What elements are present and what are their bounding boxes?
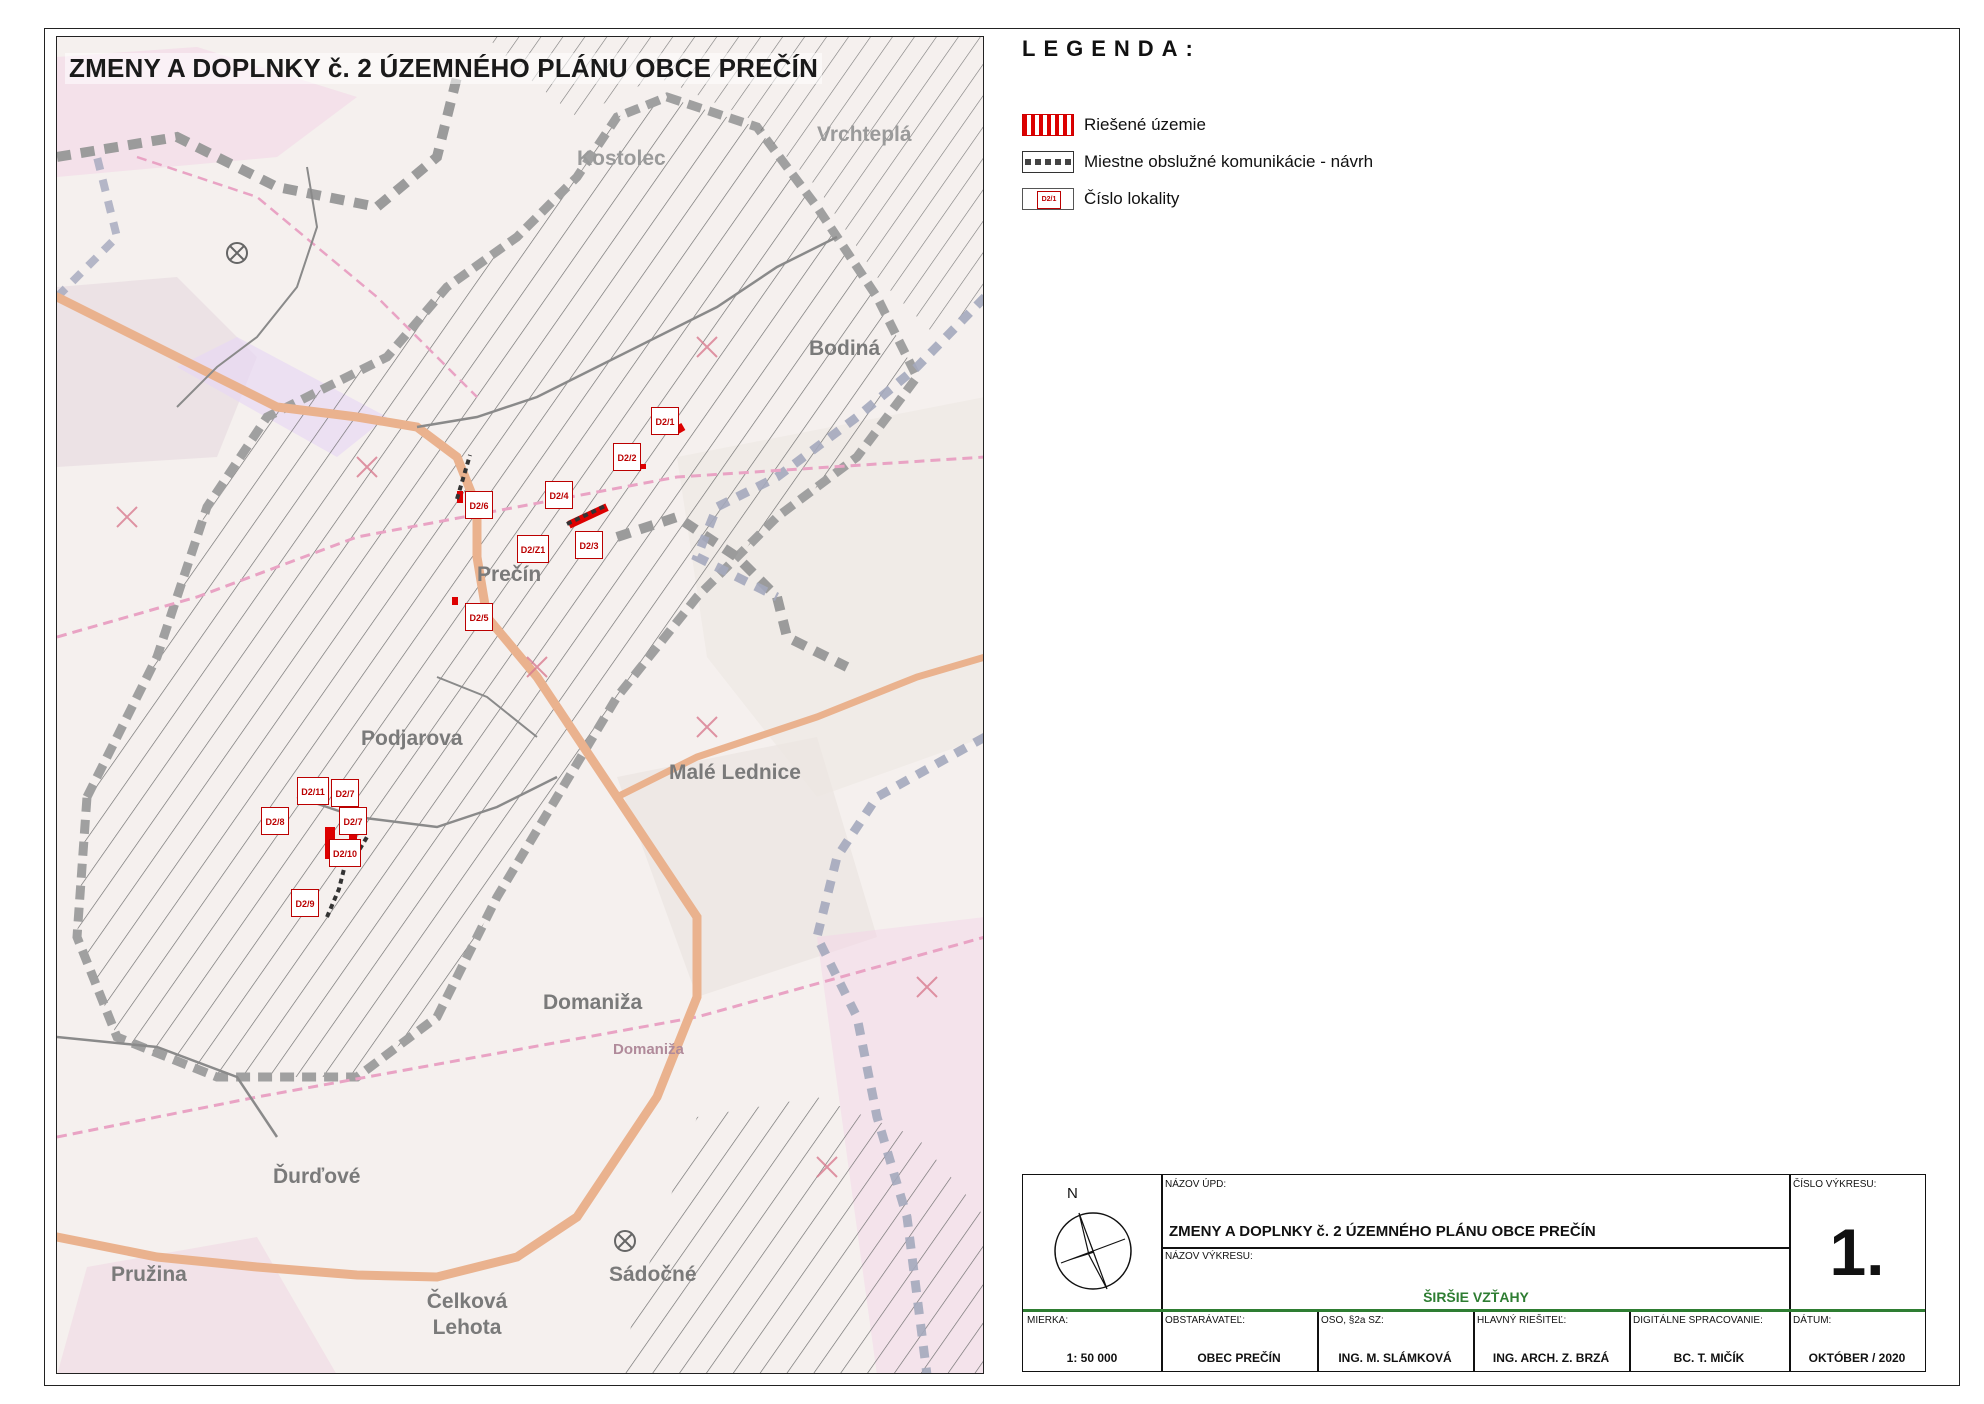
locality-tag[interactable]: D2/3 (575, 531, 603, 559)
swatch-text: D2/1 (1037, 191, 1061, 209)
place-label: Podjarova (361, 727, 463, 750)
map-canvas (57, 37, 983, 1373)
drawing-number: 1. (1829, 1215, 1885, 1289)
legend-label: Číslo lokality (1084, 189, 1180, 208)
oso-label: OSO, §2a SZ: (1321, 1315, 1384, 1326)
place-label: Domaniža (613, 1041, 684, 1058)
locality-tag[interactable]: D2/Z1 (517, 535, 549, 563)
legend-item-local-roads: Miestne obslužné komunikácie - návrh (1022, 149, 1373, 175)
north-label: N (1067, 1185, 1078, 1202)
place-label: Ďurďové (273, 1165, 361, 1188)
place-label: Prečín (477, 563, 542, 586)
locality-tag[interactable]: D2/4 (545, 481, 573, 509)
north-arrow-icon (1054, 1212, 1132, 1290)
legend-item-resolved-area: Riešené územie (1022, 112, 1206, 138)
place-label: Malé Lednice (669, 761, 801, 784)
place-label: Bodiná (809, 337, 881, 360)
title-green-rule (1023, 1309, 1925, 1312)
place-label: Pružina (111, 1263, 187, 1286)
locality-tag[interactable]: D2/9 (291, 889, 319, 917)
date-value: OKTÓBER / 2020 (1808, 1351, 1906, 1365)
legend-item-locality-number: D2/1 Číslo lokality (1022, 186, 1179, 212)
locality-tag[interactable]: D2/1 (651, 407, 679, 435)
locality-tag[interactable]: D2/5 (465, 603, 493, 631)
upd-name-label: NÁZOV ÚPD: (1165, 1179, 1227, 1190)
legend-title: LEGENDA: (1022, 36, 1201, 61)
resolved-area-swatch (1022, 114, 1074, 136)
place-label: Sádočné (609, 1263, 697, 1286)
date-label: DÁTUM: (1793, 1315, 1832, 1326)
local-road-swatch (1022, 151, 1074, 173)
oso-value: ING. M. SLÁMKOVÁ (1338, 1351, 1452, 1365)
map-title: ZMENY A DOPLNKY č. 2 ÚZEMNÉHO PLÁNU OBCE… (65, 53, 823, 84)
locality-tag[interactable]: D2/6 (465, 491, 493, 519)
place-label: Čelková Lehota (426, 1290, 508, 1339)
digital-processing-value: BC. T. MIČÍK (1673, 1351, 1745, 1365)
map-frame[interactable]: ZMENY A DOPLNKY č. 2 ÚZEMNÉHO PLÁNU OBCE… (56, 36, 984, 1374)
locality-tag[interactable]: D2/2 (613, 443, 641, 471)
procurer-value: OBEC PREČÍN (1197, 1351, 1281, 1365)
locality-tag[interactable]: D2/8 (261, 807, 289, 835)
place-label: Domaniža (543, 991, 643, 1014)
legend-label: Miestne obslužné komunikácie - návrh (1084, 152, 1374, 171)
procurer-label: OBSTARÁVATEĽ: (1165, 1315, 1246, 1326)
upd-name: ZMENY A DOPLNKY č. 2 ÚZEMNÉHO PLÁNU OBCE… (1169, 1223, 1596, 1240)
drawing-name-label: NÁZOV VÝKRESU: (1165, 1251, 1253, 1262)
scale-label: MIERKA: (1027, 1315, 1069, 1326)
locality-tag[interactable]: D2/10 (329, 839, 361, 867)
locality-tag[interactable]: D2/7 (331, 779, 359, 807)
locality-tag[interactable]: D2/11 (297, 777, 329, 805)
lead-designer-value: ING. ARCH. Z. BRZÁ (1492, 1351, 1610, 1365)
legend: LEGENDA: Riešené územie Miestne obslužné… (1022, 36, 1822, 210)
lead-designer-label: HLAVNÝ RIEŠITEĽ: (1477, 1315, 1567, 1326)
scale-value: 1: 50 000 (1066, 1351, 1118, 1365)
place-label: Vrchteplá (817, 123, 912, 146)
title-block: N NÁZOV ÚPD: ZMENY A DOPLNKY č. 2 ÚZEMNÉ… (1022, 1174, 1926, 1372)
locality-tag[interactable]: D2/7 (339, 807, 367, 835)
drawing-name: ŠIRŠIE VZŤAHY (1423, 1289, 1529, 1305)
digital-processing-label: DIGITÁLNE SPRACOVANIE: (1633, 1315, 1763, 1326)
place-label: Kostolec (577, 147, 666, 170)
locality-number-swatch: D2/1 (1022, 188, 1074, 210)
drawing-number-label: ČÍSLO VÝKRESU: (1793, 1179, 1877, 1190)
legend-label: Riešené územie (1084, 115, 1206, 134)
